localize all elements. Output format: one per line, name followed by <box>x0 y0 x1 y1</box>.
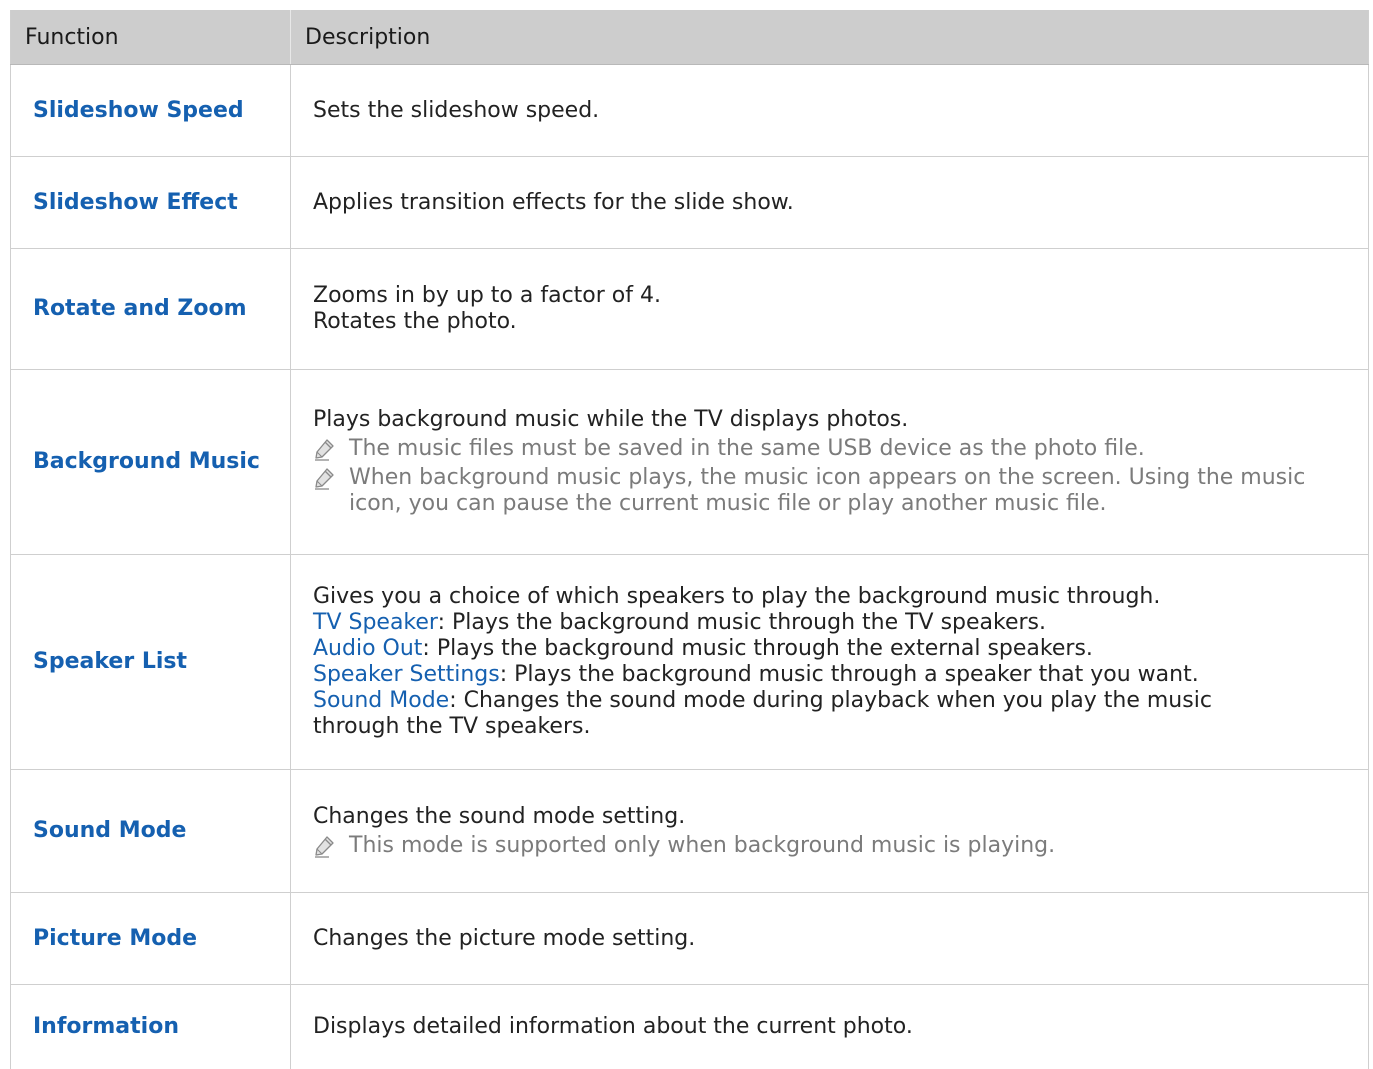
option-name: Sound Mode <box>313 688 449 713</box>
function-column-header: Function <box>11 10 291 65</box>
function-name: Sound Mode <box>11 770 291 893</box>
note: When background music plays, the music i… <box>313 465 1348 517</box>
note-text: The music files must be saved in the sam… <box>349 436 1348 462</box>
option-text: : Plays the background music through a s… <box>500 662 1199 687</box>
description-line: Rotates the photo. <box>313 309 1348 335</box>
pencil-note-icon <box>313 466 337 490</box>
function-name: Rotate and Zoom <box>11 249 291 370</box>
option-continuation: through the TV speakers. <box>313 714 1348 740</box>
description-line: Changes the picture mode setting. <box>313 926 1348 952</box>
function-name: Background Music <box>11 370 291 555</box>
function-name: Slideshow Effect <box>11 157 291 249</box>
note: This mode is supported only when backgro… <box>313 833 1348 859</box>
table-row: Information Displays detailed informatio… <box>11 985 1369 1069</box>
description-cell: Zooms in by up to a factor of 4. Rotates… <box>291 249 1369 370</box>
description-column-header: Description <box>291 10 1369 65</box>
description-cell: Applies transition effects for the slide… <box>291 157 1369 249</box>
speaker-option: Speaker Settings: Plays the background m… <box>313 662 1348 688</box>
function-name: Speaker List <box>11 555 291 770</box>
note-text: This mode is supported only when backgro… <box>349 833 1348 859</box>
option-text: : Changes the sound mode during playback… <box>449 688 1212 713</box>
description-line: Changes the sound mode setting. <box>313 804 1348 830</box>
description-line: Displays detailed information about the … <box>313 1014 1348 1040</box>
table-row: Rotate and Zoom Zooms in by up to a fact… <box>11 249 1369 370</box>
note: The music files must be saved in the sam… <box>313 436 1348 462</box>
description-line: Zooms in by up to a factor of 4. <box>313 283 1348 309</box>
function-name: Slideshow Speed <box>11 65 291 157</box>
description-cell: Changes the sound mode setting. This mod… <box>291 770 1369 893</box>
description-cell: Changes the picture mode setting. <box>291 893 1369 985</box>
description-cell: Displays detailed information about the … <box>291 985 1369 1069</box>
pencil-note-icon <box>313 437 337 461</box>
option-name: Speaker Settings <box>313 662 500 687</box>
table-row: Background Music Plays background music … <box>11 370 1369 555</box>
pencil-note-icon <box>313 834 337 858</box>
function-name: Picture Mode <box>11 893 291 985</box>
table-row: Slideshow Speed Sets the slideshow speed… <box>11 65 1369 157</box>
description-line: Plays background music while the TV disp… <box>313 407 1348 433</box>
description-line: Applies transition effects for the slide… <box>313 190 1348 216</box>
table-row: Sound Mode Changes the sound mode settin… <box>11 770 1369 893</box>
table-row: Speaker List Gives you a choice of which… <box>11 555 1369 770</box>
speaker-option: Sound Mode: Changes the sound mode durin… <box>313 688 1348 714</box>
speaker-option: TV Speaker: Plays the background music t… <box>313 610 1348 636</box>
description-line: Sets the slideshow speed. <box>313 98 1348 124</box>
description-line: Gives you a choice of which speakers to … <box>313 584 1348 610</box>
note-text: When background music plays, the music i… <box>349 465 1348 517</box>
description-cell: Gives you a choice of which speakers to … <box>291 555 1369 770</box>
speaker-option: Audio Out: Plays the background music th… <box>313 636 1348 662</box>
description-cell: Sets the slideshow speed. <box>291 65 1369 157</box>
option-text: : Plays the background music through the… <box>438 610 1046 635</box>
option-name: Audio Out <box>313 636 422 661</box>
table-row: Slideshow Effect Applies transition effe… <box>11 157 1369 249</box>
option-text: : Plays the background music through the… <box>422 636 1092 661</box>
option-name: TV Speaker <box>313 610 438 635</box>
table-row: Picture Mode Changes the picture mode se… <box>11 893 1369 985</box>
function-name: Information <box>11 985 291 1069</box>
function-table: Function Description Slideshow Speed Set… <box>10 10 1369 1069</box>
description-cell: Plays background music while the TV disp… <box>291 370 1369 555</box>
table-header-row: Function Description <box>11 10 1369 65</box>
